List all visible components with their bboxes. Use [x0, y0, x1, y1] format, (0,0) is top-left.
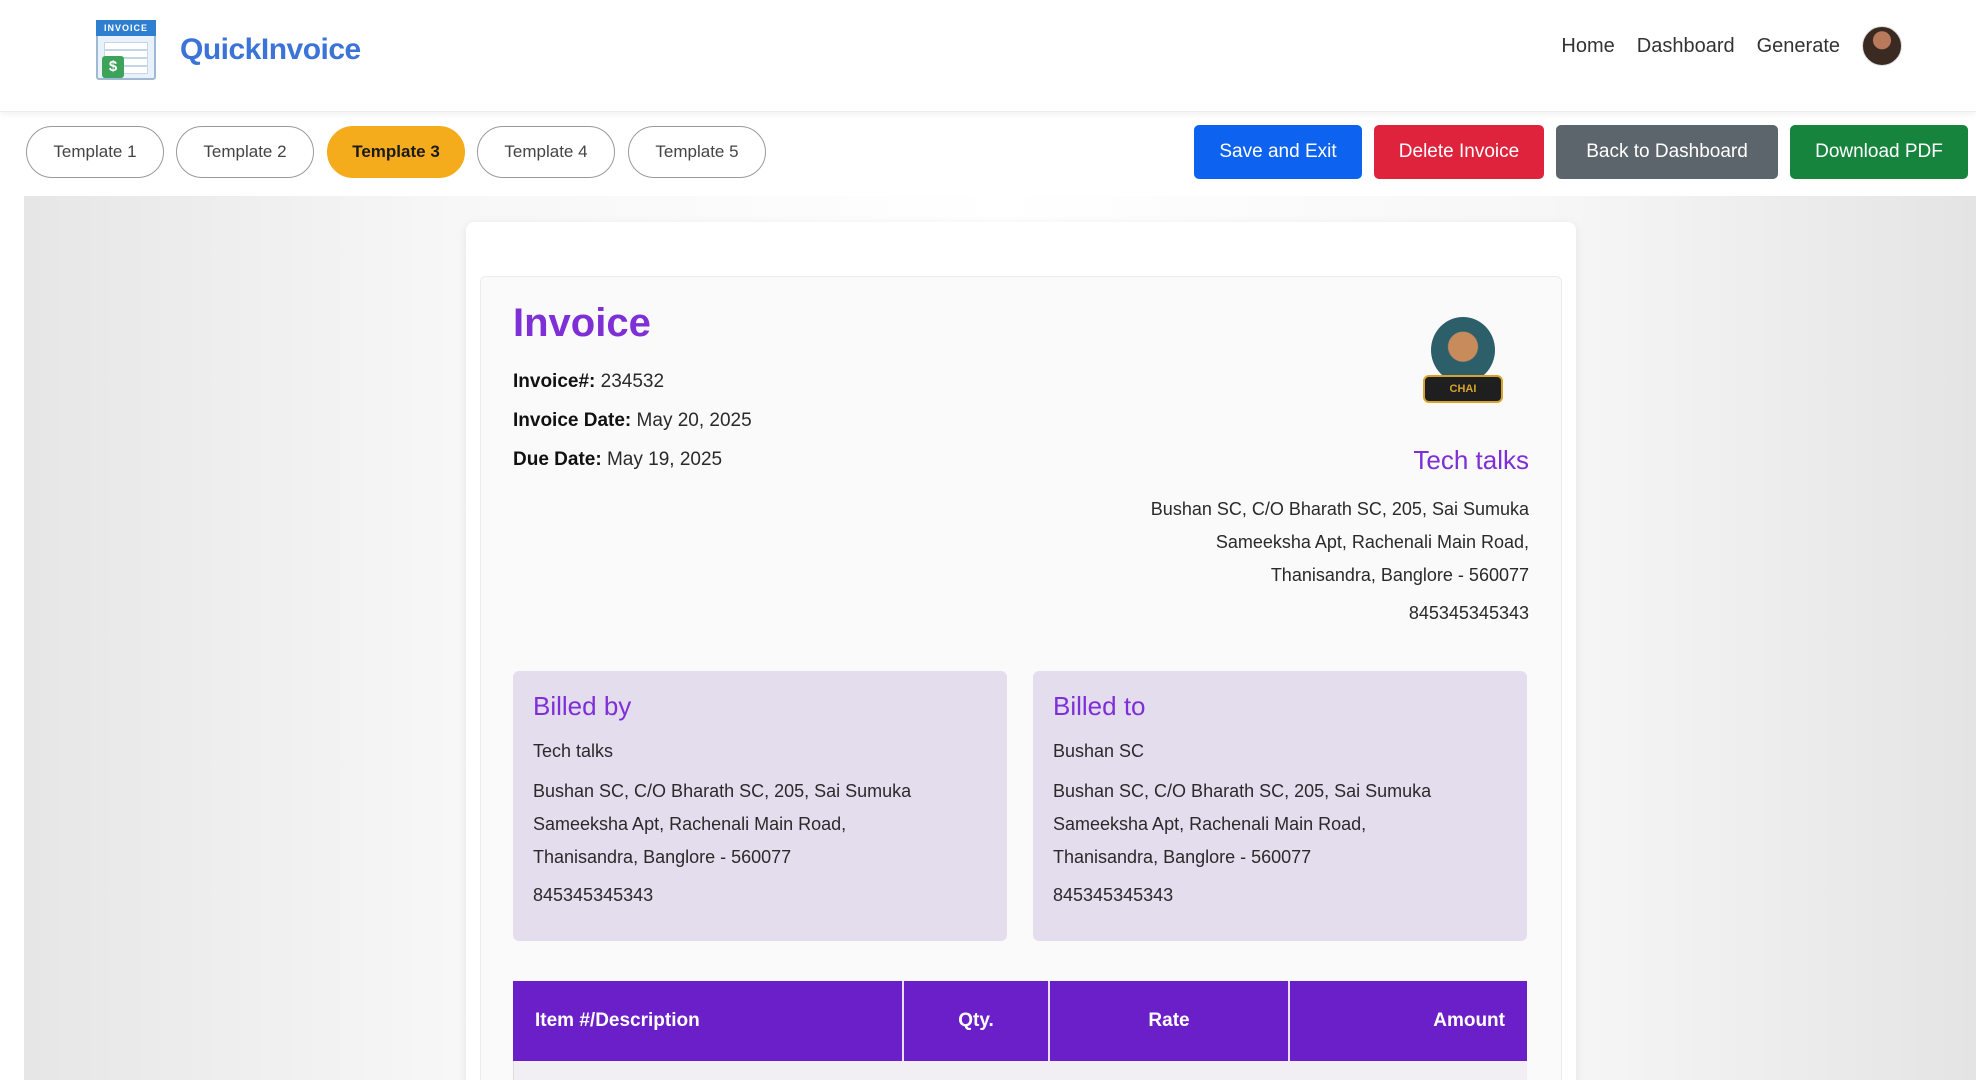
template-4-button[interactable]: Template 4 [477, 126, 615, 178]
billed-by-address-line: Bushan SC, C/O Bharath SC, 205, Sai Sumu… [533, 781, 912, 801]
avatar[interactable] [1862, 26, 1902, 66]
column-header-description: Item #/Description [513, 981, 904, 1061]
company-address-line: Bushan SC, C/O Bharath SC, 205, Sai Sumu… [1150, 499, 1529, 519]
billed-by-card: Billed by Tech talks Bushan SC, C/O Bhar… [513, 671, 1007, 941]
billed-to-heading: Billed to [1053, 691, 1146, 721]
invoice-logo-icon: INVOICE $ [92, 16, 160, 84]
company-address-line: Sameeksha Apt, Rachenali Main Road, [1215, 532, 1529, 552]
billed-to-address-line: Thanisandra, Banglore - 560077 [1053, 847, 1312, 867]
billed-by-phone: 845345345343 [533, 885, 654, 905]
nav-home-link[interactable]: Home [1561, 35, 1614, 58]
billed-to-card: Billed to Bushan SC Bushan SC, C/O Bhara… [1033, 671, 1527, 941]
nav-links: Home Dashboard Generate [1561, 26, 1902, 66]
billed-to-phone: 845345345343 [1053, 885, 1174, 905]
column-header-rate: Rate [1049, 981, 1290, 1061]
template-2-button[interactable]: Template 2 [176, 126, 314, 178]
company-name: Tech talks [1413, 445, 1529, 475]
navbar: INVOICE $ QuickInvoice Home Dashboard Ge… [0, 0, 1976, 112]
nav-generate-link[interactable]: Generate [1757, 35, 1840, 58]
template-5-button[interactable]: Template 5 [628, 126, 766, 178]
items-table-header-row: Item #/Description Qty. Rate Amount [513, 981, 1527, 1061]
invoice-page: Invoice Invoice#: 234532 Invoice Date: M… [466, 222, 1576, 1080]
billed-by-address-line: Thanisandra, Banglore - 560077 [533, 847, 792, 867]
brand[interactable]: INVOICE $ QuickInvoice [92, 16, 361, 84]
items-table: Item #/Description Qty. Rate Amount [513, 981, 1527, 1061]
column-header-qty: Qty. [903, 981, 1050, 1061]
invoice-number: Invoice#: 234532 [513, 371, 665, 392]
nav-dashboard-link[interactable]: Dashboard [1637, 35, 1735, 58]
column-header-amount: Amount [1289, 981, 1527, 1061]
delete-invoice-button[interactable]: Delete Invoice [1374, 125, 1544, 179]
download-pdf-button[interactable]: Download PDF [1790, 125, 1968, 179]
save-and-exit-button[interactable]: Save and Exit [1194, 125, 1362, 179]
billed-by-address-line: Sameeksha Apt, Rachenali Main Road, [533, 814, 847, 834]
preview-area: Invoice Invoice#: 234532 Invoice Date: M… [24, 196, 1976, 1080]
billed-by-heading: Billed by [533, 691, 632, 721]
company-logo: CHAI [1421, 317, 1505, 413]
billed-to-name: Bushan SC [1053, 741, 1145, 761]
toolbar: Template 1 Template 2 Template 3 Templat… [0, 118, 1976, 188]
company-phone: 845345345343 [1408, 603, 1529, 623]
invoice-title: Invoice [513, 301, 651, 345]
template-1-button[interactable]: Template 1 [26, 126, 164, 178]
brand-name[interactable]: QuickInvoice [180, 33, 361, 67]
invoice-preview: Invoice Invoice#: 234532 Invoice Date: M… [480, 276, 1562, 1080]
billed-to-address-line: Sameeksha Apt, Rachenali Main Road, [1053, 814, 1367, 834]
back-to-dashboard-button[interactable]: Back to Dashboard [1556, 125, 1778, 179]
billed-by-name: Tech talks [533, 741, 614, 761]
billed-to-address-line: Bushan SC, C/O Bharath SC, 205, Sai Sumu… [1053, 781, 1432, 801]
invoice-date: Invoice Date: May 20, 2025 [513, 410, 752, 431]
items-table-body [513, 1061, 1527, 1080]
template-3-button[interactable]: Template 3 [327, 126, 465, 178]
due-date: Due Date: May 19, 2025 [513, 449, 723, 470]
company-address-line: Thanisandra, Banglore - 560077 [1270, 565, 1529, 585]
